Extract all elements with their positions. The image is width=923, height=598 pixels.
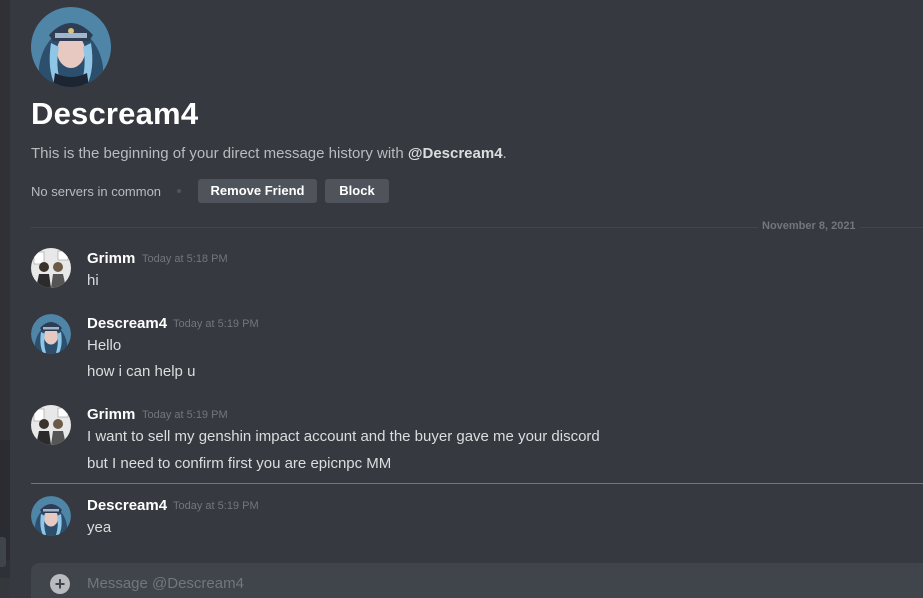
mutual-servers: No servers in common xyxy=(31,184,162,199)
dm-intro-suffix: . xyxy=(502,145,507,162)
new-messages-divider xyxy=(31,483,923,484)
separator-dot xyxy=(177,189,181,193)
message-avatar-grimm[interactable] xyxy=(31,405,71,445)
profile-name: Descream4 xyxy=(31,96,199,131)
message-text: Hello xyxy=(87,337,122,354)
message-timestamp: Today at 5:19 PM xyxy=(142,409,228,421)
message-avatar-descream4[interactable] xyxy=(31,314,71,354)
dm-intro-handle: @Descream4 xyxy=(407,145,503,162)
server-sidebar-edge xyxy=(0,0,10,598)
profile-avatar xyxy=(31,7,111,87)
message-text: hi xyxy=(87,272,99,289)
message-text: but I need to confirm first you are epic… xyxy=(87,455,392,472)
date-divider-label: November 8, 2021 xyxy=(758,220,860,232)
message-timestamp: Today at 5:19 PM xyxy=(173,318,259,330)
dm-intro-text: This is the beginning of your direct mes… xyxy=(31,145,408,162)
message-author[interactable]: Grimm xyxy=(87,406,135,423)
message-text: yea xyxy=(87,519,112,536)
sidebar-footer xyxy=(0,578,10,598)
remove-friend-button[interactable]: Remove Friend xyxy=(198,179,317,203)
message-author[interactable]: Grimm xyxy=(87,250,135,267)
message-avatar-descream4[interactable] xyxy=(31,496,71,536)
message-input[interactable] xyxy=(87,563,913,598)
message-author[interactable]: Descream4 xyxy=(87,497,167,514)
message-author[interactable]: Descream4 xyxy=(87,315,167,332)
message-timestamp: Today at 5:18 PM xyxy=(142,253,228,265)
message-avatar-grimm[interactable] xyxy=(31,248,71,288)
dm-intro: This is the beginning of your direct mes… xyxy=(31,145,507,162)
message-composer: + xyxy=(31,563,923,598)
message-text: I want to sell my genshin impact account… xyxy=(87,428,600,445)
plus-circle-icon[interactable]: + xyxy=(50,574,70,594)
sidebar-scroll-thumb[interactable] xyxy=(0,537,6,567)
block-button[interactable]: Block xyxy=(325,179,389,203)
message-text: how i can help u xyxy=(87,363,196,380)
message-scroller[interactable]: Descream4 This is the beginning of your … xyxy=(10,0,923,598)
message-timestamp: Today at 5:19 PM xyxy=(173,500,259,512)
